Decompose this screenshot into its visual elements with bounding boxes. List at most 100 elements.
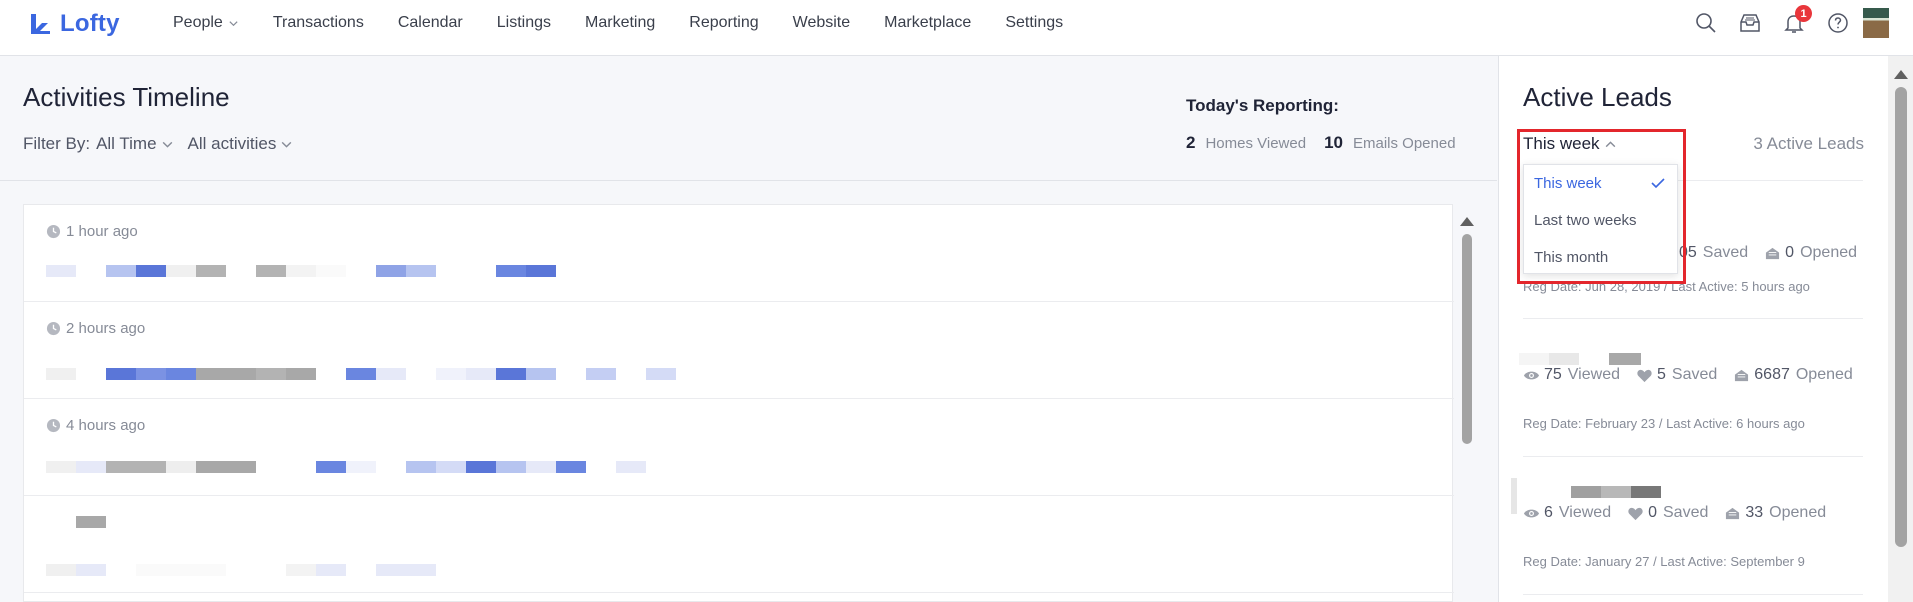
- main-nav: People Transactions Calendar Listings Ma…: [173, 0, 1097, 46]
- page-scrollbar[interactable]: [1888, 56, 1913, 602]
- notifications-button[interactable]: 1: [1781, 5, 1812, 36]
- period-option-label: Last two weeks: [1534, 212, 1637, 229]
- search-icon: [1696, 13, 1716, 33]
- period-option-this-week[interactable]: This week: [1524, 165, 1677, 202]
- active-leads-count: 3 Active Leads: [1753, 134, 1864, 153]
- nav-item-website[interactable]: Website: [793, 14, 851, 32]
- page-title: Activities Timeline: [23, 82, 230, 112]
- lead-divider: [1523, 456, 1863, 457]
- lead-meta: Reg Date: February 23 / Last Active: 6 h…: [1523, 416, 1805, 431]
- timeline-time: 1 hour ago: [46, 223, 138, 240]
- nav-item-marketplace[interactable]: Marketplace: [884, 14, 971, 32]
- timeline-scrollbar[interactable]: [1460, 213, 1474, 593]
- clock-icon: [46, 224, 61, 239]
- help-button[interactable]: [1825, 10, 1851, 36]
- lead-divider: [1523, 318, 1863, 319]
- viewed-count: 6: [1544, 504, 1553, 521]
- filter-label: Filter By:: [23, 134, 91, 153]
- mail-open-icon: [1735, 369, 1749, 381]
- mail-open-icon: [1766, 247, 1780, 259]
- saved-count: 5: [1656, 366, 1666, 383]
- check-icon: [1651, 178, 1665, 189]
- todays-reporting-title: Today's Reporting:: [1186, 96, 1339, 115]
- timeline-time-text: 2 hours ago: [66, 320, 146, 337]
- opened-label: Opened: [1800, 244, 1858, 261]
- timeline-time-text: 1 hour ago: [66, 223, 138, 240]
- emails-opened-count: 10: [1324, 133, 1343, 152]
- redacted-activity-text: [46, 461, 646, 473]
- redacted-activity-name: [76, 516, 106, 528]
- opened-count: 0: [1785, 244, 1795, 261]
- period-option-this-month[interactable]: This month: [1524, 239, 1677, 276]
- timeline-item[interactable]: 2 hours ago: [24, 302, 1454, 399]
- lead-stats: 05 Saved 0 Opened: [1679, 244, 1857, 262]
- timeline-time-text: 4 hours ago: [66, 417, 146, 434]
- opened-count: 33: [1745, 504, 1764, 521]
- nav-item-label: Reporting: [689, 14, 759, 31]
- active-leads-title: Active Leads: [1523, 82, 1672, 112]
- scroll-up-arrow-icon[interactable]: [1893, 70, 1908, 79]
- activities-timeline-section: Activities Timeline Filter By: All Time …: [0, 56, 1497, 602]
- timeline-time: 2 hours ago: [46, 320, 145, 337]
- eye-icon: [1523, 509, 1540, 517]
- activity-type-select[interactable]: All activities: [188, 134, 294, 154]
- nav-item-calendar[interactable]: Calendar: [398, 14, 463, 32]
- lead-divider: [1523, 594, 1863, 595]
- nav-item-reporting[interactable]: Reporting: [689, 14, 758, 32]
- lead-meta: Reg Date: Jun 28, 2019 / Last Active: 5 …: [1523, 279, 1810, 294]
- timeline-filters: Filter By: All Time All activities: [23, 134, 293, 154]
- nav-item-listings[interactable]: Listings: [497, 14, 551, 32]
- opened-label: Opened: [1795, 366, 1853, 383]
- todays-reporting-stats: 2 Homes Viewed 10 Emails Opened: [1186, 133, 1456, 153]
- period-option-last-two-weeks[interactable]: Last two weeks: [1524, 202, 1677, 239]
- timeline-item[interactable]: 4 hours ago: [24, 399, 1454, 496]
- viewed-label: Viewed: [1558, 504, 1612, 521]
- nav-item-marketing[interactable]: Marketing: [585, 14, 655, 32]
- redacted-lead-name[interactable]: [1519, 353, 1641, 365]
- inbox-button[interactable]: [1737, 10, 1763, 36]
- lead-stats: 6 Viewed 0 Saved 33 Opened: [1523, 504, 1826, 522]
- opened-count: 6687: [1754, 366, 1790, 383]
- timeline-item[interactable]: 1 hour ago: [24, 205, 1454, 302]
- nav-item-transactions[interactable]: Transactions: [273, 14, 364, 32]
- scrollbar-thumb[interactable]: [1894, 87, 1907, 547]
- lofty-logo[interactable]: Lofty: [28, 10, 120, 38]
- period-select[interactable]: This week: [1523, 134, 1617, 154]
- nav-item-label: Listings: [496, 14, 552, 31]
- scrollbar-thumb[interactable]: [1462, 234, 1472, 444]
- nav-item-label: Marketing: [585, 14, 656, 31]
- time-filter-select[interactable]: All Time: [96, 134, 173, 154]
- app-name: Lofty: [60, 10, 120, 37]
- nav-item-label: Transactions: [272, 14, 364, 31]
- top-icons: 1: [1675, 0, 1913, 46]
- user-avatar[interactable]: [1863, 8, 1889, 38]
- nav-item-label: Website: [792, 14, 851, 31]
- nav-item-label: People: [173, 14, 223, 31]
- chevron-down-icon: [229, 20, 238, 26]
- top-navigation-bar: Lofty People Transactions Calendar Listi…: [0, 0, 1913, 56]
- clock-icon: [46, 418, 61, 433]
- search-button[interactable]: [1693, 10, 1719, 36]
- scroll-up-arrow-icon[interactable]: [1460, 217, 1474, 226]
- timeline-time: 4 hours ago: [46, 417, 145, 434]
- saved-label: Saved: [1702, 244, 1749, 261]
- lead-meta: Reg Date: January 27 / Last Active: Sept…: [1523, 554, 1805, 569]
- heart-icon: [1637, 369, 1652, 382]
- opened-label: Opened: [1769, 504, 1827, 521]
- redacted-lead-name[interactable]: [1511, 478, 1661, 514]
- clock-icon: [46, 321, 61, 336]
- viewed-label: Viewed: [1567, 366, 1620, 383]
- section-divider: [0, 180, 1497, 181]
- saved-label: Saved: [1663, 504, 1709, 521]
- nav-item-settings[interactable]: Settings: [1005, 14, 1063, 32]
- emails-opened-label: Emails Opened: [1353, 135, 1456, 152]
- mail-open-icon: [1726, 507, 1740, 519]
- timeline-item[interactable]: [24, 496, 1454, 593]
- nav-item-people[interactable]: People: [173, 14, 239, 32]
- nav-item-label: Calendar: [397, 14, 463, 31]
- saved-count: 05: [1679, 244, 1697, 261]
- lead-stats: 75 Viewed 5 Saved 6687 Opened: [1523, 366, 1853, 384]
- redacted-activity-text: [46, 564, 436, 576]
- chevron-down-icon: [162, 141, 172, 148]
- homes-viewed-label: Homes Viewed: [1205, 135, 1307, 152]
